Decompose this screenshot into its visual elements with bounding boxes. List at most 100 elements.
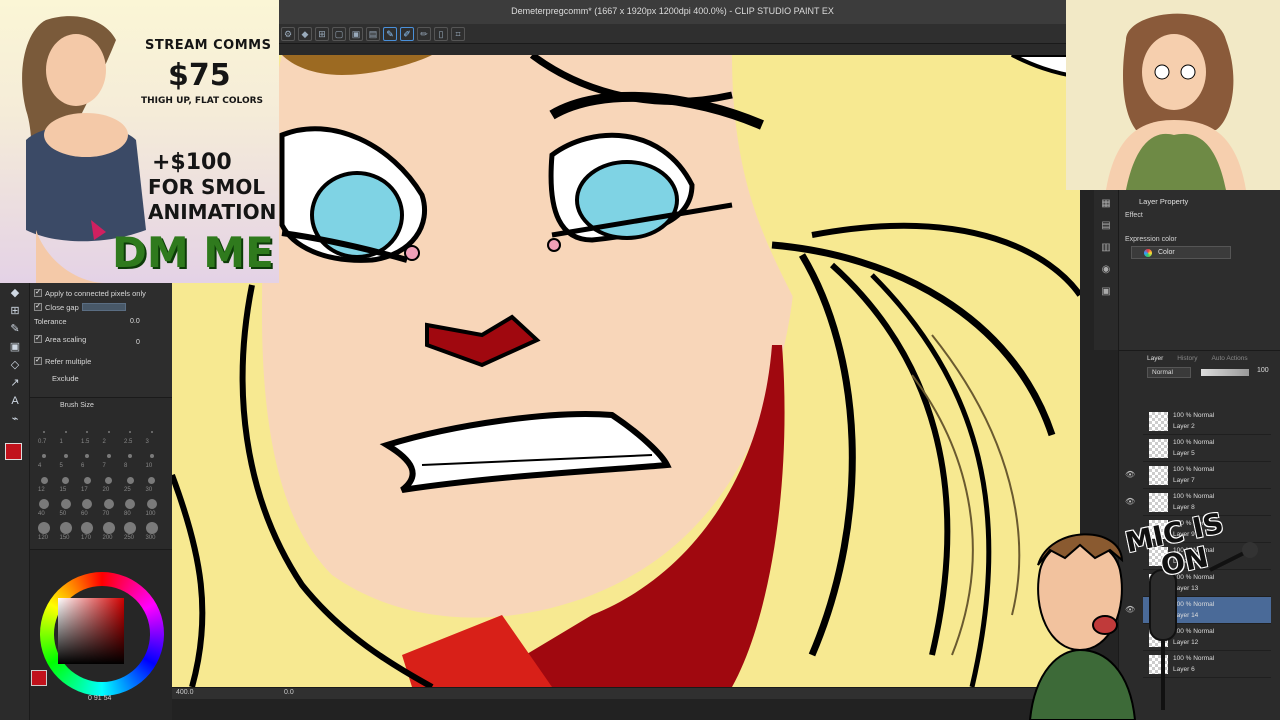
brush-size-option[interactable]: [62, 476, 69, 484]
brush-size-option[interactable]: [103, 499, 114, 509]
checkbox[interactable]: ✓: [34, 289, 42, 297]
area-scaling-value[interactable]: 0: [136, 339, 140, 346]
brush-size-option[interactable]: [105, 476, 112, 484]
layer-row[interactable]: 👁 100 % Normal Layer 7: [1125, 462, 1271, 489]
brush-size-option[interactable]: [40, 476, 48, 484]
layer-property-tab[interactable]: Layer Property: [1139, 197, 1188, 206]
deselect-icon[interactable]: ▤: [366, 26, 380, 41]
eye-icon[interactable]: 👁: [1125, 605, 1135, 614]
brush-size-option[interactable]: [82, 499, 92, 509]
tolerance-row[interactable]: Tolerance: [34, 315, 67, 327]
brush-size-option[interactable]: [63, 454, 68, 458]
transform-icon[interactable]: ⊞: [315, 26, 329, 41]
rotation-value[interactable]: 0.0: [284, 689, 294, 696]
line-tool-icon[interactable]: ↗: [4, 375, 26, 391]
layer-row[interactable]: 100 % Normal Layer 11: [1143, 543, 1271, 570]
brush-size-option[interactable]: [145, 522, 158, 534]
correct-line-icon[interactable]: ⌁: [4, 411, 26, 427]
exclude-row[interactable]: Exclude: [52, 372, 79, 384]
brush-size-option[interactable]: [39, 499, 49, 509]
frame-tool-icon[interactable]: ⊞: [4, 303, 26, 319]
tolerance-value[interactable]: 0.0: [130, 318, 140, 325]
checkbox[interactable]: ✓: [34, 357, 42, 365]
eye-icon[interactable]: 👁: [1125, 497, 1135, 506]
layer-row[interactable]: 100 % Normal Layer 6: [1143, 651, 1271, 678]
refer-multiple-label: Refer multiple: [45, 356, 92, 366]
select-icon[interactable]: ▢: [332, 26, 346, 41]
saturation-value-square[interactable]: [58, 598, 124, 664]
layer-search-icon[interactable]: ▣: [1098, 286, 1114, 300]
brush-size-option[interactable]: [149, 454, 154, 458]
layer-name: Layer 13: [1173, 585, 1199, 592]
zoom-value[interactable]: 400.0: [176, 689, 194, 696]
eye-icon[interactable]: 👁: [1125, 470, 1135, 479]
tab-auto-actions[interactable]: Auto Actions: [1212, 355, 1248, 362]
pen-icon[interactable]: ✎: [383, 26, 397, 41]
brush-size-option[interactable]: [42, 454, 46, 458]
brush-size-option[interactable]: [86, 431, 88, 433]
brush-size-option[interactable]: [83, 476, 91, 484]
brush-size-option[interactable]: [146, 499, 157, 509]
brush-size-option[interactable]: [81, 522, 93, 534]
brush-size-option[interactable]: [59, 522, 72, 534]
tool-property-icon[interactable]: ▥: [1098, 242, 1114, 256]
navigator-icon[interactable]: ▦: [1098, 198, 1114, 212]
layer-opacity-value[interactable]: 100: [1257, 367, 1269, 374]
checkbox[interactable]: ✓: [34, 335, 42, 343]
brush-size-option[interactable]: [129, 431, 131, 433]
layer-row[interactable]: 100 % Normal Layer 5: [1143, 435, 1271, 462]
drawing-canvas[interactable]: [172, 55, 1080, 687]
close-gap-slider[interactable]: [81, 303, 126, 311]
camera-icon[interactable]: ◉: [1098, 264, 1114, 278]
main-color-swatch[interactable]: [31, 670, 47, 686]
brush-size-option[interactable]: [126, 476, 134, 484]
fill-tool-icon[interactable]: ◆: [4, 285, 26, 301]
apply-connected-row[interactable]: ✓ Apply to connected pixels only: [34, 287, 146, 299]
blend-mode-select[interactable]: Normal: [1147, 367, 1191, 378]
layer-row[interactable]: 100 % Normal Layer 13: [1143, 570, 1271, 597]
brush-size-option[interactable]: [85, 454, 89, 458]
stream-promo-overlay: STREAM COMMS $75 THIGH UP, FLAT COLORS +…: [0, 0, 279, 283]
brush-icon[interactable]: ✐: [400, 26, 414, 41]
portrait-art: [1106, 13, 1246, 190]
layer-row[interactable]: 👁 100 % Normal Layer 8: [1125, 489, 1271, 516]
eraser-icon[interactable]: ✏: [417, 26, 431, 41]
fill-icon[interactable]: ◆: [298, 26, 312, 41]
tab-history[interactable]: History: [1177, 355, 1197, 362]
brush-size-option[interactable]: [148, 476, 155, 484]
text-tool-icon[interactable]: A: [4, 393, 26, 409]
layer-thumbnail: [1149, 574, 1168, 593]
select-all-icon[interactable]: ▣: [349, 26, 363, 41]
figure-tool-icon[interactable]: ◇: [4, 357, 26, 373]
pen-tool-icon[interactable]: ✎: [4, 321, 26, 337]
brush-size-option[interactable]: [125, 499, 135, 509]
layer-row[interactable]: 100 % Normal Layer 2: [1143, 408, 1271, 435]
brush-size-option[interactable]: [60, 499, 71, 509]
brush-size-option[interactable]: [106, 454, 111, 458]
brush-size-option[interactable]: [38, 522, 50, 534]
checkbox[interactable]: ✓: [34, 303, 42, 311]
layer-row[interactable]: 👁 100 % Normal Layer 14: [1125, 597, 1271, 624]
brush-size-option[interactable]: [64, 431, 67, 433]
brush-size-option[interactable]: [102, 522, 115, 534]
foreground-color-chip[interactable]: [5, 443, 22, 460]
expression-color-select[interactable]: Color: [1131, 246, 1231, 259]
brush-size-option[interactable]: [107, 431, 110, 433]
tab-layer[interactable]: Layer: [1147, 355, 1163, 362]
page-icon[interactable]: ▯: [434, 26, 448, 41]
close-gap-row[interactable]: ✓ Close gap: [34, 301, 126, 313]
sub-view-icon[interactable]: ▤: [1098, 220, 1114, 234]
refer-multiple-row[interactable]: ✓ Refer multiple: [34, 355, 91, 367]
layer-row[interactable]: 100 % Normal Layer 12: [1143, 624, 1271, 651]
area-scaling-row[interactable]: ✓ Area scaling: [34, 333, 86, 345]
settings-icon[interactable]: ⚙: [281, 26, 295, 41]
layer-opacity-slider[interactable]: [1201, 369, 1249, 376]
layer-row[interactable]: 100 % Normal Layer 9: [1143, 516, 1271, 543]
brush-size-option[interactable]: [124, 522, 136, 534]
shape-tool-icon[interactable]: ▣: [4, 339, 26, 355]
brush-size-option[interactable]: [150, 431, 153, 433]
snap-icon[interactable]: ⌗: [451, 26, 465, 41]
brush-size-option[interactable]: [128, 454, 132, 458]
brush-size-option[interactable]: [43, 431, 45, 433]
tool-strip: ◆ ⊞ ✎ ▣ ◇ ↗ A ⌁: [0, 283, 30, 720]
